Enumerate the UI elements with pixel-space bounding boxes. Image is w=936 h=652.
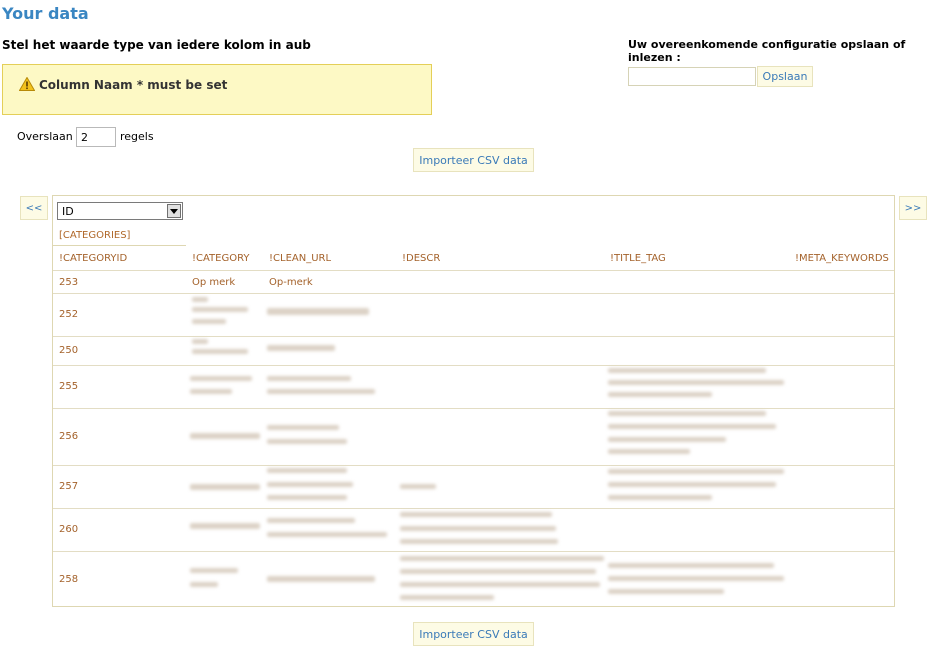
column-header: !TITLE_TAG <box>610 253 666 264</box>
column-type-select[interactable]: ID <box>57 202 183 220</box>
warning-box: Column Naam * must be set <box>2 64 432 115</box>
save-config-button[interactable]: Opslaan <box>757 66 813 87</box>
next-columns-button[interactable]: >> <box>899 196 927 220</box>
skip-rows-input[interactable] <box>76 127 116 147</box>
cell-category-id: 257 <box>59 481 79 492</box>
table-name: [CATEGORIES] <box>53 224 186 246</box>
column-header: !CATEGORYID <box>59 253 128 264</box>
prev-columns-button[interactable]: << <box>20 196 48 220</box>
skip-label: Overslaan <box>17 130 73 143</box>
warning-triangle-icon <box>19 77 35 91</box>
cell-category-id: 256 <box>59 431 79 442</box>
cell-category-id: 255 <box>59 381 79 392</box>
cell-category-id: 252 <box>59 309 79 320</box>
cell-category-id: 260 <box>59 524 79 535</box>
column-header: !META_KEYWORDS <box>795 253 889 264</box>
cell-category: Op merk <box>192 277 236 288</box>
column-header: !CLEAN_URL <box>269 253 332 264</box>
column-header: !CATEGORY <box>192 253 250 264</box>
chevron-down-icon[interactable] <box>167 204 181 218</box>
config-name-input[interactable] <box>628 67 756 86</box>
cell-category-id: 250 <box>59 345 79 356</box>
cell-category-id: 253 <box>59 277 79 288</box>
warning-message: Column Naam * must be set <box>39 78 228 92</box>
config-label: Uw overeenkomende configuratie opslaan o… <box>628 38 906 64</box>
cell-clean-url: Op-merk <box>269 277 313 288</box>
column-header: !DESCR <box>402 253 441 264</box>
import-csv-button-top[interactable]: Importeer CSV data <box>413 148 534 172</box>
page-title: Your data <box>2 4 89 23</box>
instruction-text: Stel het waarde type van iedere kolom in… <box>2 38 311 52</box>
column-type-value: ID <box>62 205 74 218</box>
data-grid: ID [CATEGORIES] !CATEGORYID !CATEGORY !C… <box>52 195 895 607</box>
cell-category-id: 258 <box>59 574 79 585</box>
skip-unit-label: regels <box>120 130 154 143</box>
import-csv-button-bottom[interactable]: Importeer CSV data <box>413 622 534 646</box>
